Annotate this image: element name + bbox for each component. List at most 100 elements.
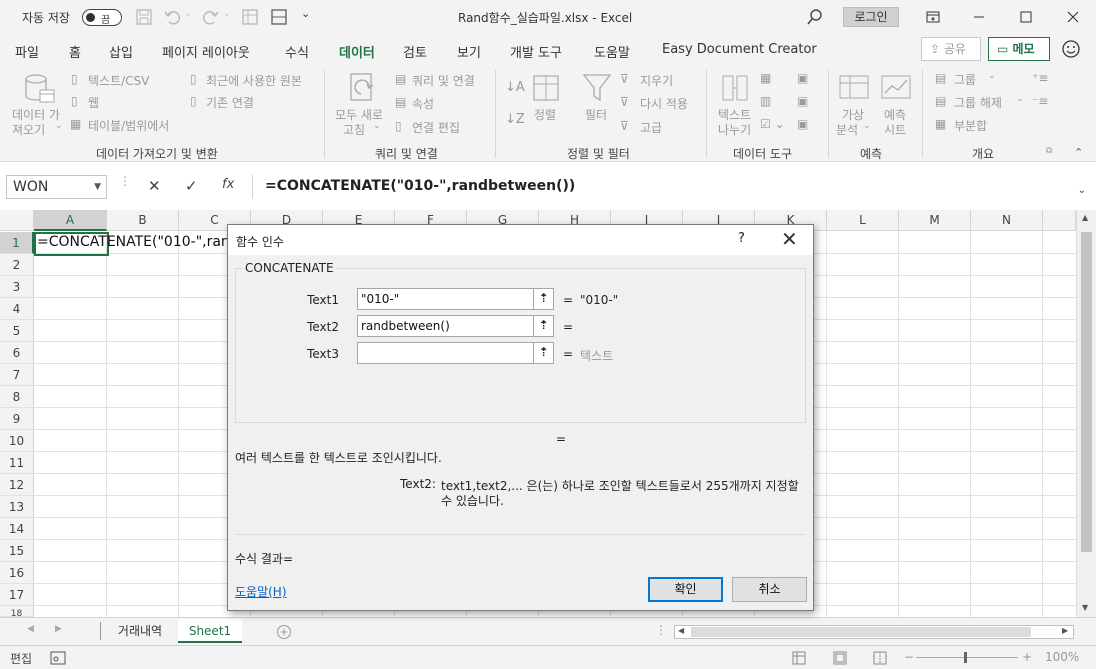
existing-connections[interactable]: 기존 연결 (206, 94, 254, 111)
what-if-dropdown-icon[interactable]: ⌄ (863, 121, 871, 131)
clear-button[interactable]: 지우기 (640, 72, 673, 89)
autosave-toggle[interactable]: 끔 (82, 9, 122, 26)
minimize-icon[interactable] (968, 6, 990, 28)
show-detail-icon[interactable]: ⁺≡ (1032, 71, 1048, 85)
tab-view[interactable]: 보기 (457, 42, 481, 61)
row-header-3[interactable]: 3 (0, 276, 34, 298)
outline-launcher-icon[interactable]: ⧉ (1046, 146, 1052, 156)
refresh-all-label2[interactable]: 고침 (343, 121, 365, 138)
column-header-l[interactable]: L (827, 210, 899, 231)
redo-icon[interactable] (202, 8, 220, 26)
tab-page-layout[interactable]: 페이지 레이아웃 (162, 42, 250, 61)
advanced-button[interactable]: 고급 (640, 119, 662, 136)
sort-ascending-icon[interactable]: ↓A (505, 80, 525, 95)
consolidate-icon[interactable]: ▣ (797, 71, 808, 85)
login-button[interactable]: 로그인 (843, 7, 899, 27)
row-header-9[interactable]: 9 (0, 408, 34, 430)
refresh-dropdown-icon[interactable]: ⌄ (373, 121, 381, 131)
arg-input-text3[interactable] (357, 342, 554, 364)
row-header-17[interactable]: 17 (0, 584, 34, 606)
sheet-tab-sheet1[interactable]: Sheet1 (178, 619, 242, 643)
row-header-8[interactable]: 8 (0, 386, 34, 408)
hide-detail-icon[interactable]: ⁻≡ (1032, 94, 1048, 108)
name-box[interactable]: WON ▼ (6, 175, 107, 199)
search-icon[interactable] (806, 8, 824, 26)
formula-input[interactable]: =CONCATENATE("010-",randbetween()) ⌄ (252, 175, 1090, 199)
tab-file[interactable]: 파일 (15, 42, 39, 61)
row-header-1[interactable]: 1 (0, 232, 34, 254)
zoom-level[interactable]: 100% (1045, 650, 1079, 664)
row-header-14[interactable]: 14 (0, 518, 34, 540)
column-header-n[interactable]: N (971, 210, 1043, 231)
sheet-tab-transactions[interactable]: 거래내역 (104, 619, 176, 643)
ungroup-command[interactable]: 그룹 해제 (954, 94, 1002, 111)
row-header-16[interactable]: 16 (0, 562, 34, 584)
row-header-4[interactable]: 4 (0, 298, 34, 320)
text-to-columns-label2[interactable]: 나누기 (718, 121, 751, 138)
get-data-label2[interactable]: 져오기 (12, 121, 45, 138)
vertical-scroll-thumb[interactable] (1081, 232, 1092, 552)
column-header-m[interactable]: M (899, 210, 971, 231)
collapse-ribbon-icon[interactable]: ⌃ (1074, 146, 1083, 159)
tab-data[interactable]: 데이터 (339, 42, 375, 61)
edit-links[interactable]: 연결 편집 (412, 119, 460, 136)
column-header-a[interactable]: A (34, 210, 107, 231)
arg-input-text2[interactable]: randbetween() (357, 315, 554, 337)
customize-qat-icon[interactable]: ⌄ (301, 7, 310, 20)
horizontal-scroll-thumb[interactable] (691, 627, 1031, 637)
scroll-up-icon[interactable]: ▲ (1082, 213, 1088, 222)
normal-view-icon[interactable] (792, 651, 806, 665)
collapse-dialog-icon[interactable]: ⇡ (533, 288, 554, 310)
prev-sheet-icon[interactable]: ◀ (27, 624, 34, 634)
row-header-10[interactable]: 10 (0, 430, 34, 452)
dialog-close-icon[interactable]: ✕ (781, 227, 798, 251)
tab-easy-document-creator[interactable]: Easy Document Creator (662, 42, 817, 57)
sort-button[interactable]: 정렬 (534, 106, 556, 123)
dialog-help-button[interactable]: ? (738, 231, 745, 246)
horizontal-scrollbar[interactable]: ◀ ▶ (674, 625, 1074, 639)
row-header-7[interactable]: 7 (0, 364, 34, 386)
tab-developer[interactable]: 개발 도구 (510, 42, 562, 61)
zoom-out-icon[interactable]: − (904, 650, 914, 664)
group-dropdown-icon[interactable]: ⌄ (988, 71, 996, 81)
cancel-formula-icon[interactable]: ✕ (148, 177, 161, 195)
share-button[interactable]: ⇪ 공유 (921, 37, 981, 61)
save-icon[interactable] (135, 8, 153, 26)
filter-button[interactable]: 필터 (585, 106, 607, 123)
tab-split-handle-icon[interactable]: ⋮ (655, 623, 667, 637)
dialog-title-bar[interactable]: 함수 인수 ? ✕ (228, 225, 813, 255)
remove-duplicates-icon[interactable]: ▥ (760, 94, 771, 108)
insert-function-icon[interactable]: fx (222, 177, 234, 192)
data-validation-icon[interactable]: ☑ ⌄ (760, 117, 785, 131)
collapse-dialog-icon[interactable]: ⇡ (533, 315, 554, 337)
next-sheet-icon[interactable]: ▶ (55, 624, 62, 634)
scroll-right-icon[interactable]: ▶ (1062, 626, 1068, 635)
properties[interactable]: 속성 (412, 95, 434, 112)
redo-dropdown-icon[interactable]: ⌄ (223, 9, 231, 19)
forecast-label2[interactable]: 시트 (884, 121, 906, 138)
chevron-down-icon[interactable]: ▼ (94, 176, 101, 198)
page-layout-view-icon[interactable] (833, 651, 847, 665)
group-command[interactable]: 그룹 (954, 71, 976, 88)
sort-descending-icon[interactable]: ↓Z (505, 112, 525, 127)
from-text-csv[interactable]: 텍스트/CSV (88, 72, 149, 89)
data-model-icon[interactable]: ▣ (797, 117, 808, 131)
close-icon[interactable] (1062, 6, 1084, 28)
enter-formula-icon[interactable]: ✓ (185, 177, 198, 195)
row-header-18[interactable]: 18 (0, 606, 34, 617)
memo-button[interactable]: ▭ 메모 (988, 37, 1050, 61)
what-if-label2[interactable]: 분석 (836, 121, 858, 138)
column-header-b[interactable]: B (107, 210, 179, 231)
row-header-13[interactable]: 13 (0, 496, 34, 518)
vertical-scrollbar[interactable]: ▲ ▼ (1076, 210, 1096, 617)
add-sheet-icon[interactable] (276, 624, 292, 640)
feedback-smiley-icon[interactable] (1060, 38, 1082, 60)
row-header-2[interactable]: 2 (0, 254, 34, 276)
collapse-dialog-icon[interactable]: ⇡ (533, 342, 554, 364)
tab-formulas[interactable]: 수식 (285, 42, 309, 61)
cancel-button[interactable]: 취소 (732, 577, 807, 602)
new-sheet-icon[interactable] (241, 8, 259, 26)
from-web[interactable]: 웹 (88, 94, 99, 111)
get-data-dropdown-icon[interactable]: ⌄ (55, 121, 63, 131)
tab-review[interactable]: 검토 (403, 42, 427, 61)
